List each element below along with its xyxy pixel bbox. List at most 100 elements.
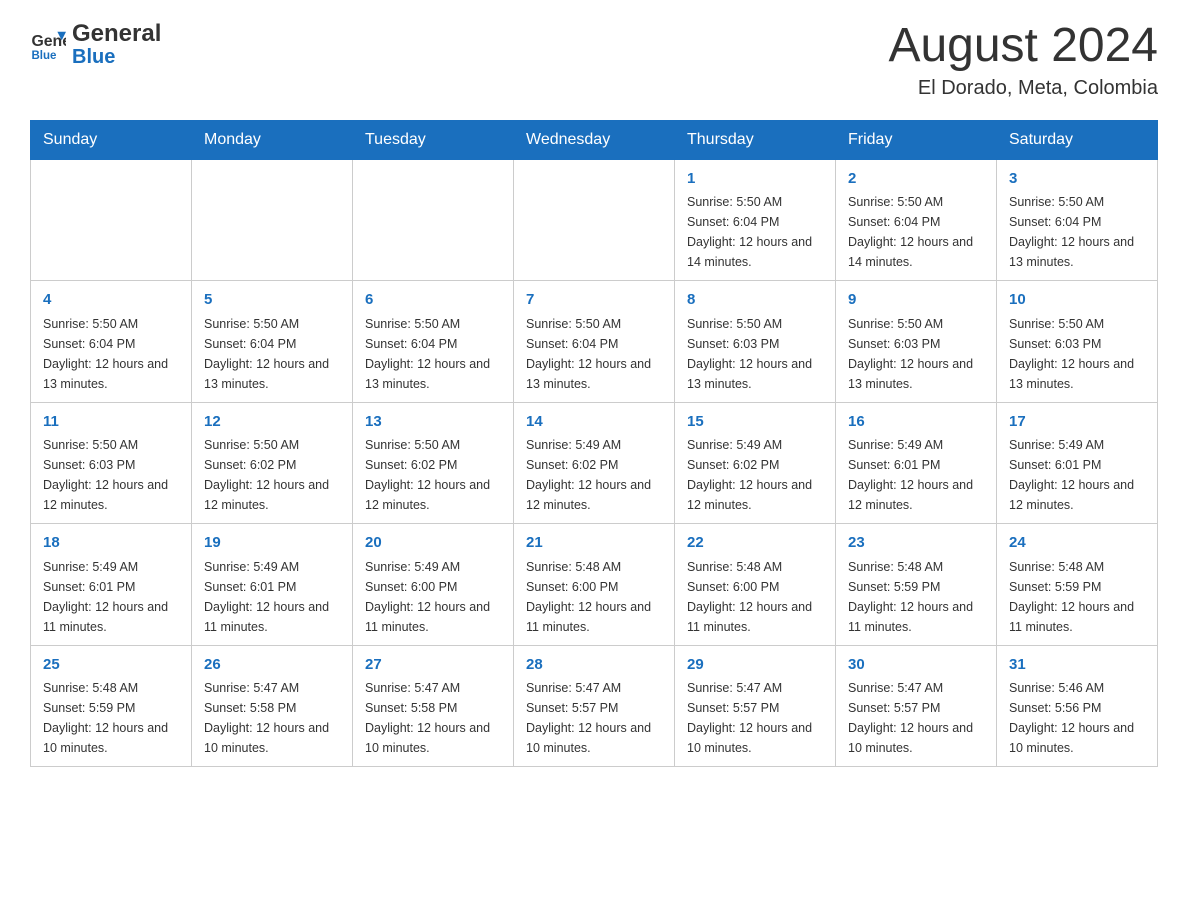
calendar-cell: 27Sunrise: 5:47 AM Sunset: 5:58 PM Dayli… xyxy=(353,645,514,767)
calendar-cell: 18Sunrise: 5:49 AM Sunset: 6:01 PM Dayli… xyxy=(31,524,192,646)
day-number: 27 xyxy=(365,654,501,677)
day-info: Sunrise: 5:47 AM Sunset: 5:58 PM Dayligh… xyxy=(365,678,501,758)
day-info: Sunrise: 5:49 AM Sunset: 6:01 PM Dayligh… xyxy=(1009,435,1145,515)
day-number: 25 xyxy=(43,654,179,677)
day-info: Sunrise: 5:46 AM Sunset: 5:56 PM Dayligh… xyxy=(1009,678,1145,758)
calendar-cell: 11Sunrise: 5:50 AM Sunset: 6:03 PM Dayli… xyxy=(31,402,192,524)
calendar-cell: 26Sunrise: 5:47 AM Sunset: 5:58 PM Dayli… xyxy=(192,645,353,767)
day-info: Sunrise: 5:48 AM Sunset: 6:00 PM Dayligh… xyxy=(526,557,662,637)
day-info: Sunrise: 5:49 AM Sunset: 6:01 PM Dayligh… xyxy=(204,557,340,637)
calendar-cell xyxy=(353,159,514,281)
calendar-cell: 30Sunrise: 5:47 AM Sunset: 5:57 PM Dayli… xyxy=(836,645,997,767)
day-number: 14 xyxy=(526,411,662,434)
calendar-week-2: 4Sunrise: 5:50 AM Sunset: 6:04 PM Daylig… xyxy=(31,281,1158,403)
day-number: 13 xyxy=(365,411,501,434)
day-info: Sunrise: 5:48 AM Sunset: 6:00 PM Dayligh… xyxy=(687,557,823,637)
day-info: Sunrise: 5:48 AM Sunset: 5:59 PM Dayligh… xyxy=(848,557,984,637)
day-info: Sunrise: 5:50 AM Sunset: 6:04 PM Dayligh… xyxy=(687,192,823,272)
day-info: Sunrise: 5:48 AM Sunset: 5:59 PM Dayligh… xyxy=(43,678,179,758)
day-number: 21 xyxy=(526,532,662,555)
calendar-week-3: 11Sunrise: 5:50 AM Sunset: 6:03 PM Dayli… xyxy=(31,402,1158,524)
day-number: 17 xyxy=(1009,411,1145,434)
day-info: Sunrise: 5:50 AM Sunset: 6:04 PM Dayligh… xyxy=(365,314,501,394)
day-number: 12 xyxy=(204,411,340,434)
calendar-week-1: 1Sunrise: 5:50 AM Sunset: 6:04 PM Daylig… xyxy=(31,159,1158,281)
day-number: 30 xyxy=(848,654,984,677)
calendar-table: SundayMondayTuesdayWednesdayThursdayFrid… xyxy=(30,120,1158,768)
day-number: 16 xyxy=(848,411,984,434)
day-info: Sunrise: 5:49 AM Sunset: 6:01 PM Dayligh… xyxy=(43,557,179,637)
day-number: 1 xyxy=(687,168,823,191)
day-number: 22 xyxy=(687,532,823,555)
day-info: Sunrise: 5:50 AM Sunset: 6:03 PM Dayligh… xyxy=(1009,314,1145,394)
day-info: Sunrise: 5:50 AM Sunset: 6:04 PM Dayligh… xyxy=(43,314,179,394)
calendar-cell: 24Sunrise: 5:48 AM Sunset: 5:59 PM Dayli… xyxy=(997,524,1158,646)
day-info: Sunrise: 5:49 AM Sunset: 6:02 PM Dayligh… xyxy=(687,435,823,515)
calendar-cell: 9Sunrise: 5:50 AM Sunset: 6:03 PM Daylig… xyxy=(836,281,997,403)
day-info: Sunrise: 5:50 AM Sunset: 6:02 PM Dayligh… xyxy=(204,435,340,515)
day-number: 15 xyxy=(687,411,823,434)
calendar-header-friday: Friday xyxy=(836,120,997,159)
day-number: 2 xyxy=(848,168,984,191)
calendar-cell: 25Sunrise: 5:48 AM Sunset: 5:59 PM Dayli… xyxy=(31,645,192,767)
day-info: Sunrise: 5:50 AM Sunset: 6:03 PM Dayligh… xyxy=(848,314,984,394)
day-number: 19 xyxy=(204,532,340,555)
calendar-header-monday: Monday xyxy=(192,120,353,159)
calendar-title: August 2024 xyxy=(888,20,1158,73)
svg-text:Blue: Blue xyxy=(31,51,57,63)
day-number: 23 xyxy=(848,532,984,555)
day-number: 20 xyxy=(365,532,501,555)
day-info: Sunrise: 5:47 AM Sunset: 5:57 PM Dayligh… xyxy=(526,678,662,758)
calendar-cell: 15Sunrise: 5:49 AM Sunset: 6:02 PM Dayli… xyxy=(675,402,836,524)
calendar-cell: 17Sunrise: 5:49 AM Sunset: 6:01 PM Dayli… xyxy=(997,402,1158,524)
calendar-cell: 4Sunrise: 5:50 AM Sunset: 6:04 PM Daylig… xyxy=(31,281,192,403)
calendar-cell: 29Sunrise: 5:47 AM Sunset: 5:57 PM Dayli… xyxy=(675,645,836,767)
calendar-cell: 19Sunrise: 5:49 AM Sunset: 6:01 PM Dayli… xyxy=(192,524,353,646)
page-header: General Blue General Blue August 2024 El… xyxy=(30,20,1158,100)
day-info: Sunrise: 5:47 AM Sunset: 5:57 PM Dayligh… xyxy=(848,678,984,758)
calendar-cell: 28Sunrise: 5:47 AM Sunset: 5:57 PM Dayli… xyxy=(514,645,675,767)
calendar-cell: 2Sunrise: 5:50 AM Sunset: 6:04 PM Daylig… xyxy=(836,159,997,281)
calendar-subtitle: El Dorado, Meta, Colombia xyxy=(888,77,1158,100)
day-info: Sunrise: 5:49 AM Sunset: 6:01 PM Dayligh… xyxy=(848,435,984,515)
day-number: 31 xyxy=(1009,654,1145,677)
calendar-cell: 6Sunrise: 5:50 AM Sunset: 6:04 PM Daylig… xyxy=(353,281,514,403)
day-info: Sunrise: 5:49 AM Sunset: 6:02 PM Dayligh… xyxy=(526,435,662,515)
calendar-header-row: SundayMondayTuesdayWednesdayThursdayFrid… xyxy=(31,120,1158,159)
calendar-header-wednesday: Wednesday xyxy=(514,120,675,159)
day-info: Sunrise: 5:49 AM Sunset: 6:00 PM Dayligh… xyxy=(365,557,501,637)
day-number: 10 xyxy=(1009,289,1145,312)
day-number: 5 xyxy=(204,289,340,312)
day-info: Sunrise: 5:47 AM Sunset: 5:58 PM Dayligh… xyxy=(204,678,340,758)
day-info: Sunrise: 5:50 AM Sunset: 6:02 PM Dayligh… xyxy=(365,435,501,515)
calendar-cell: 22Sunrise: 5:48 AM Sunset: 6:00 PM Dayli… xyxy=(675,524,836,646)
calendar-cell: 20Sunrise: 5:49 AM Sunset: 6:00 PM Dayli… xyxy=(353,524,514,646)
calendar-cell: 7Sunrise: 5:50 AM Sunset: 6:04 PM Daylig… xyxy=(514,281,675,403)
calendar-cell xyxy=(31,159,192,281)
day-number: 8 xyxy=(687,289,823,312)
day-number: 28 xyxy=(526,654,662,677)
logo-icon: General Blue xyxy=(30,26,66,62)
day-info: Sunrise: 5:50 AM Sunset: 6:04 PM Dayligh… xyxy=(1009,192,1145,272)
calendar-cell: 14Sunrise: 5:49 AM Sunset: 6:02 PM Dayli… xyxy=(514,402,675,524)
calendar-header-sunday: Sunday xyxy=(31,120,192,159)
day-number: 24 xyxy=(1009,532,1145,555)
day-info: Sunrise: 5:50 AM Sunset: 6:04 PM Dayligh… xyxy=(848,192,984,272)
day-number: 18 xyxy=(43,532,179,555)
calendar-cell: 23Sunrise: 5:48 AM Sunset: 5:59 PM Dayli… xyxy=(836,524,997,646)
day-info: Sunrise: 5:47 AM Sunset: 5:57 PM Dayligh… xyxy=(687,678,823,758)
day-number: 11 xyxy=(43,411,179,434)
calendar-cell: 31Sunrise: 5:46 AM Sunset: 5:56 PM Dayli… xyxy=(997,645,1158,767)
calendar-header-tuesday: Tuesday xyxy=(353,120,514,159)
day-number: 3 xyxy=(1009,168,1145,191)
day-info: Sunrise: 5:48 AM Sunset: 5:59 PM Dayligh… xyxy=(1009,557,1145,637)
calendar-cell: 12Sunrise: 5:50 AM Sunset: 6:02 PM Dayli… xyxy=(192,402,353,524)
calendar-cell: 16Sunrise: 5:49 AM Sunset: 6:01 PM Dayli… xyxy=(836,402,997,524)
calendar-week-4: 18Sunrise: 5:49 AM Sunset: 6:01 PM Dayli… xyxy=(31,524,1158,646)
day-info: Sunrise: 5:50 AM Sunset: 6:04 PM Dayligh… xyxy=(526,314,662,394)
calendar-cell: 8Sunrise: 5:50 AM Sunset: 6:03 PM Daylig… xyxy=(675,281,836,403)
calendar-cell: 13Sunrise: 5:50 AM Sunset: 6:02 PM Dayli… xyxy=(353,402,514,524)
title-section: August 2024 El Dorado, Meta, Colombia xyxy=(888,20,1158,100)
calendar-week-5: 25Sunrise: 5:48 AM Sunset: 5:59 PM Dayli… xyxy=(31,645,1158,767)
calendar-cell: 1Sunrise: 5:50 AM Sunset: 6:04 PM Daylig… xyxy=(675,159,836,281)
